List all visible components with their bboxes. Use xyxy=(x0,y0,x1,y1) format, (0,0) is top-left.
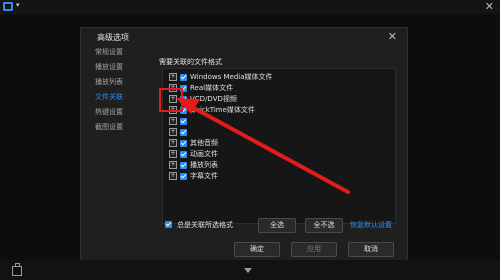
annotation-arrow-icon xyxy=(176,98,350,194)
